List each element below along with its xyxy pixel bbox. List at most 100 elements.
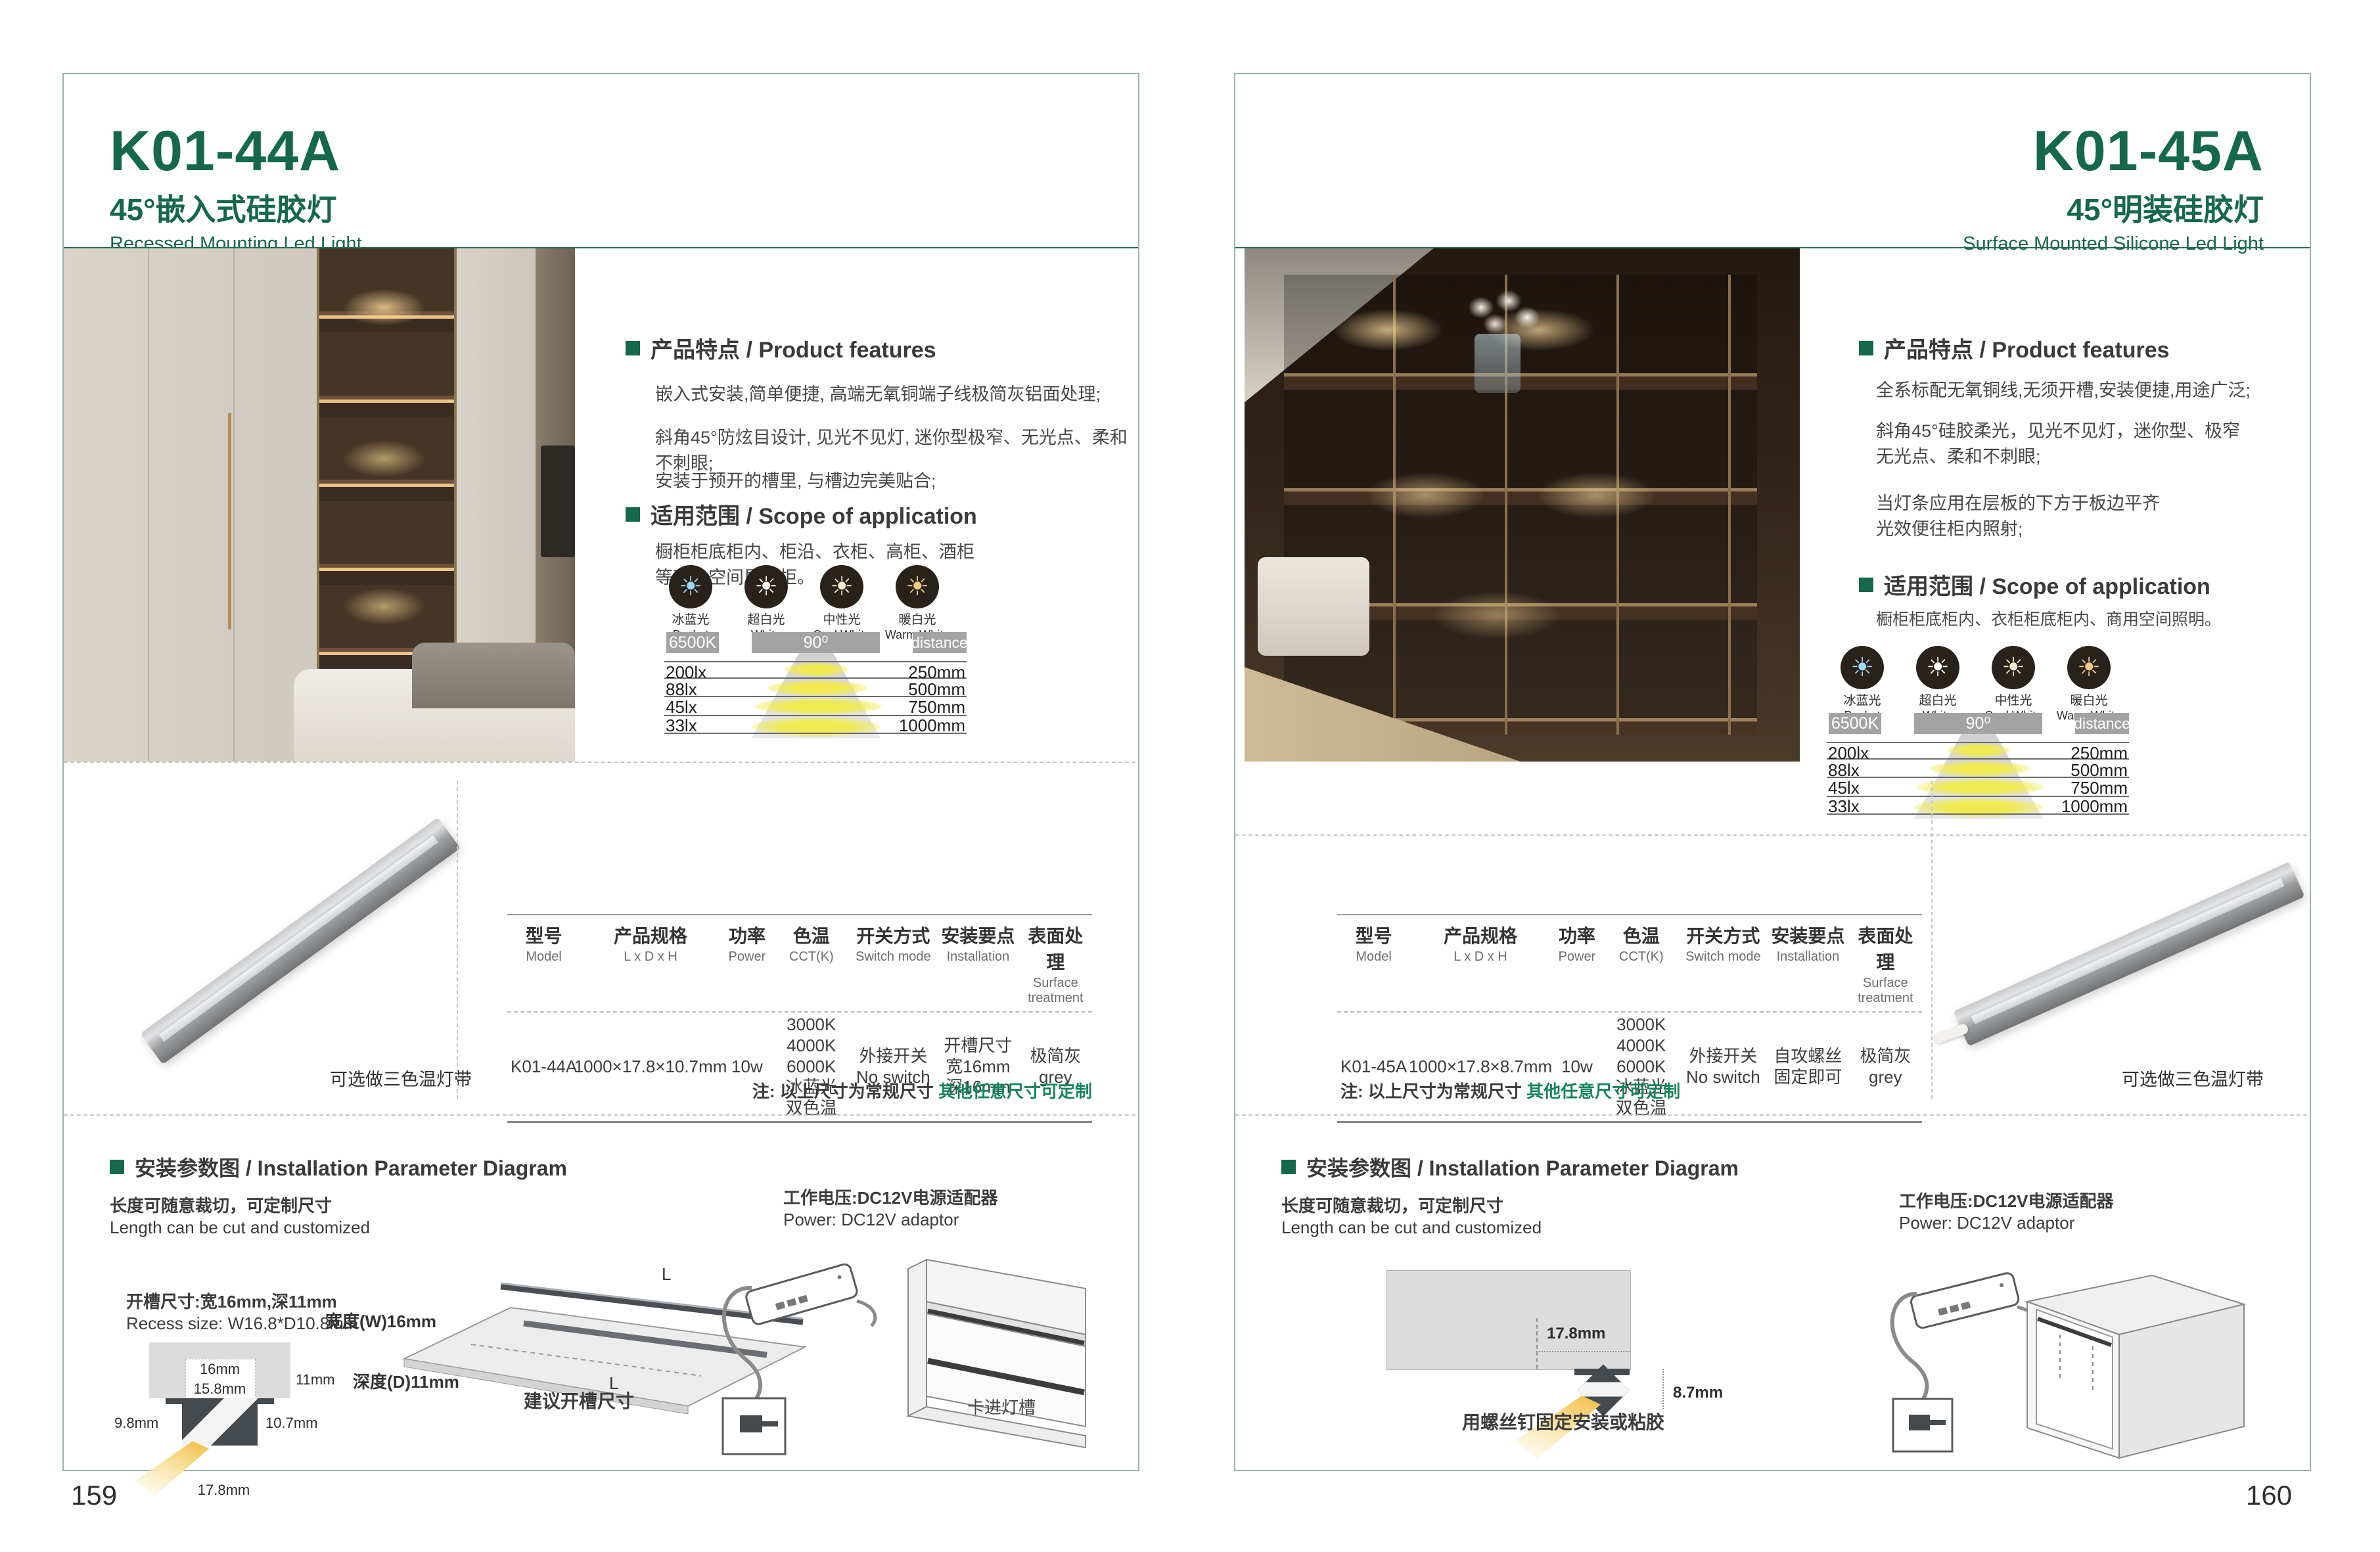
- panel-slab: [1386, 1270, 1631, 1370]
- scope-header: 适用范围 / Scope of application: [1859, 568, 2210, 601]
- dim-9.8mm: 9.8mm: [114, 1415, 158, 1432]
- col-switch: 开关方式Switch mode: [850, 922, 938, 1006]
- profile-diffuser: [1971, 879, 2284, 1024]
- dim-11mm: 11mm: [296, 1371, 335, 1388]
- size-note: 注: 以上尺寸为常规尺寸 其他任意尺寸可定制: [752, 1078, 1092, 1103]
- table-data-row: K01-45A 1000×17.8×8.7mm 10w 3000K 4000K …: [1337, 1013, 1922, 1123]
- col-size: 产品规格L x D x H: [1410, 922, 1551, 1006]
- features-header: 产品特点 / Product features: [1859, 332, 2170, 364]
- subtitle-en: Surface Mounted Silicone Led Light: [1963, 233, 2264, 255]
- cell-model: K01-45A: [1337, 1013, 1410, 1121]
- photo-wardrobe-doors: [64, 248, 317, 762]
- power-note-cn: 工作电压:DC12V电源适配器: [783, 1185, 997, 1209]
- catalog-spread: K01-44A 45°嵌入式硅胶灯 Recessed Mounting Led …: [0, 0, 2380, 1552]
- col-install: 安装要点Installation: [1767, 922, 1849, 1006]
- sun-icon: ☀: [1841, 646, 1884, 689]
- angle-chip: 90⁰: [752, 632, 880, 653]
- photo-door-handle: [228, 413, 231, 629]
- light-pool: [1948, 743, 2010, 758]
- page-number-left: 159: [71, 1480, 117, 1511]
- dim-17.8mm: 17.8mm: [1547, 1325, 1605, 1343]
- light-mode-warm-white: ☀ 暖白光 Warm White: [2040, 646, 2138, 723]
- distance-chip: distance: [913, 632, 967, 653]
- plug-head: [1909, 1415, 1930, 1430]
- length-note-cn: 长度可随意裁切，可定制尺寸: [1281, 1193, 1503, 1217]
- cell-surface: 极简灰 grey: [1849, 1013, 1922, 1121]
- mount-caption: 用螺丝钉固定安装或粘胶: [1462, 1408, 1664, 1434]
- light-mode-label-cn: 暖白光: [2040, 694, 2138, 709]
- photo-blanket: [412, 643, 575, 708]
- section-divider: [64, 1114, 1135, 1116]
- feature-line: 当灯条应用在层板的下方于板边平齐 光效便往柜内照射;: [1876, 491, 2283, 542]
- photo-flowers: [1453, 281, 1545, 347]
- length-note-cn: 长度可随意裁切，可定制尺寸: [110, 1193, 332, 1217]
- note-text: 注: 以上尺寸为常规尺寸: [1340, 1082, 1526, 1101]
- note-green-text: 其他任意尺寸可定制: [1526, 1082, 1680, 1101]
- aluminum-profile: [140, 817, 460, 1064]
- cell-power: 10w: [721, 1013, 773, 1121]
- vertical-divider: [457, 781, 458, 1099]
- col-power: 功率Power: [1551, 922, 1603, 1006]
- light-pool: [785, 662, 848, 677]
- cct-chip: 6500K: [666, 632, 719, 653]
- lux-label: 45lx: [666, 697, 697, 718]
- square-bullet-icon: [110, 1160, 124, 1174]
- cell-size: 1000×17.8×8.7mm: [1410, 1013, 1551, 1121]
- col-model: 型号Model: [1337, 922, 1410, 1006]
- note-text: 注: 以上尺寸为常规尺寸: [752, 1082, 938, 1101]
- col-model: 型号Model: [507, 922, 580, 1006]
- cell-surface: 极简灰 grey: [1019, 1013, 1092, 1121]
- profile-cable: [1933, 1022, 1969, 1045]
- light-mode-warm-white: ☀ 暖白光 Warm White: [868, 565, 967, 642]
- model-number: K01-45A: [1963, 122, 2264, 181]
- cell-cct: 3000K 4000K 6000K 冰蓝光 双色温: [1603, 1013, 1680, 1121]
- distance-label: 750mm: [908, 697, 965, 718]
- feature-line: 安装于预开的槽里, 与槽边完美贴合;: [655, 468, 1115, 494]
- page-number-right: 160: [2246, 1480, 2292, 1511]
- square-bullet-icon: [626, 507, 640, 522]
- product-profile-image: [1952, 797, 2293, 1073]
- length-L-label: L: [662, 1267, 671, 1284]
- aluminum-profile: [1953, 862, 2304, 1047]
- install-header-label: 安装参数图 / Installation Parameter Diagram: [135, 1152, 567, 1182]
- board-width-label: 宽度(W)16mm: [325, 1308, 436, 1333]
- col-switch: 开关方式Switch mode: [1680, 922, 1768, 1006]
- install-header: 安装参数图 / Installation Parameter Diagram: [110, 1152, 567, 1182]
- power-note-cn: 工作电压:DC12V电源适配器: [1899, 1188, 2113, 1212]
- cell-model: K01-44A: [507, 1013, 580, 1121]
- recess-size-en: Recess size: W16.8*D10.8mm: [126, 1313, 358, 1334]
- distance-label: 750mm: [2071, 778, 2128, 798]
- cell-install: 自攻螺丝 固定即可: [1767, 1013, 1849, 1121]
- dim-15.8mm: 15.8mm: [185, 1381, 254, 1398]
- col-cct: 色温CCT(K): [1603, 922, 1680, 1006]
- square-bullet-icon: [1859, 341, 1873, 355]
- light-pool: [754, 698, 882, 715]
- vertical-divider: [1931, 781, 1933, 1099]
- lux-label: 45lx: [1828, 778, 1860, 798]
- cell-power: 10w: [1551, 1013, 1603, 1121]
- model-number: K01-44A: [110, 122, 362, 181]
- cabinet-left-wall: [908, 1260, 927, 1416]
- lux-label: 33lx: [666, 716, 697, 736]
- cct-chip: 6500K: [1829, 713, 1881, 734]
- distance-chip: distance: [2075, 713, 2129, 734]
- note-green-text: 其他任意尺寸可定制: [938, 1082, 1092, 1101]
- feature-line: 斜角45°硅胶柔光，见光不见灯，迷你型、极窄 无光点、柔和不刺眼;: [1876, 419, 2283, 470]
- scope-text: 橱柜柜底柜内、衣柜柜底柜内、商用空间照明。: [1876, 608, 2297, 631]
- photo-door-seam: [148, 248, 149, 762]
- table-header-row: 型号Model 产品规格L x D x H 功率Power 色温CCT(K) 开…: [1337, 914, 1922, 1013]
- cell-switch: 外接开关 No switch: [850, 1013, 938, 1121]
- lifestyle-photo: [1245, 248, 1800, 762]
- light-pool: [1917, 779, 2044, 796]
- adaptor-plug-sketch: [711, 1241, 882, 1457]
- plug-head: [740, 1415, 762, 1432]
- power-note-en: Power: DC12V adaptor: [1899, 1213, 2074, 1233]
- photo-tv: [541, 445, 575, 557]
- board-depth-label: 深度(D)11mm: [353, 1369, 459, 1393]
- dim-guide: [1536, 1318, 1538, 1369]
- cell-size: 1000×17.8×10.7mm: [580, 1013, 721, 1121]
- feature-line: 全系标配无氧铜线,无须开槽,安装便捷,用途广泛;: [1876, 378, 2283, 403]
- scope-header-label: 适用范围 / Scope of application: [1884, 568, 2210, 601]
- light-mode-label-cn: 暖白光: [868, 613, 967, 628]
- dim-8.7mm: 8.7mm: [1673, 1384, 1723, 1402]
